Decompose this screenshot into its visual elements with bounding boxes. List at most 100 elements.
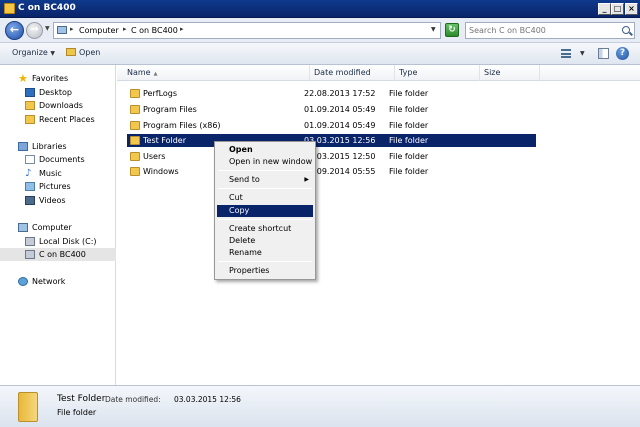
- file-row-program-files[interactable]: Program Files 01.09.2014 05:49 File fold…: [127, 103, 536, 116]
- file-name: Program Files (x86): [143, 121, 221, 130]
- sidebar-item-downloads[interactable]: Downloads: [0, 99, 116, 112]
- sidebar-item-network[interactable]: Network: [0, 275, 116, 288]
- sidebar-item-libraries[interactable]: Libraries: [0, 140, 116, 153]
- menu-item-label: Send to: [229, 175, 260, 184]
- sidebar-item-music[interactable]: ♪ Music: [0, 167, 116, 180]
- sidebar-item-favorites[interactable]: ★ Favorites: [0, 72, 116, 85]
- sidebar-item-desktop[interactable]: Desktop: [0, 86, 116, 99]
- help-icon[interactable]: ?: [616, 47, 629, 60]
- menu-item-properties[interactable]: Properties: [217, 265, 313, 277]
- computer-icon: [57, 26, 67, 34]
- recent-places-icon: [25, 115, 35, 124]
- column-header-date[interactable]: Date modified: [310, 65, 395, 81]
- file-row-users[interactable]: Users 03.03.2015 12:50 File folder: [127, 150, 536, 163]
- view-options-dropdown[interactable]: ▼: [580, 50, 585, 57]
- menu-item-cut[interactable]: Cut: [217, 192, 313, 204]
- minimize-button[interactable]: _: [598, 3, 611, 15]
- menu-item-open-new-window[interactable]: Open in new window: [217, 156, 313, 168]
- file-row-windows[interactable]: Windows 01.09.2014 05:55 File folder: [127, 165, 536, 178]
- menu-separator: [218, 170, 312, 171]
- folder-icon: [130, 105, 140, 114]
- sidebar-item-videos[interactable]: Videos: [0, 194, 116, 207]
- navigation-pane: ★ Favorites Desktop Downloads Recent Pla…: [0, 65, 116, 385]
- sidebar-item-c-on-bc400[interactable]: C on BC400: [0, 248, 116, 261]
- breadcrumb-computer[interactable]: Computer: [79, 26, 119, 35]
- file-type: File folder: [389, 89, 429, 98]
- column-header-size[interactable]: Size: [480, 65, 540, 81]
- sidebar-item-label: Computer: [32, 223, 72, 232]
- details-modified-label: Date modified:: [105, 395, 161, 404]
- recent-pages-dropdown[interactable]: ▼: [45, 25, 50, 32]
- menu-separator: [218, 261, 312, 262]
- menu-item-open[interactable]: Open: [217, 144, 313, 156]
- search-box[interactable]: [465, 22, 635, 39]
- file-type: File folder: [389, 152, 429, 161]
- breadcrumb-separator[interactable]: ▸: [180, 25, 184, 33]
- folder-icon: [4, 3, 15, 14]
- documents-icon: [25, 155, 35, 164]
- file-type: File folder: [389, 121, 429, 130]
- breadcrumb-separator[interactable]: ▸: [123, 25, 127, 33]
- column-header-label: Size: [484, 68, 501, 77]
- folder-open-icon: [66, 48, 76, 56]
- file-name: Users: [143, 152, 166, 161]
- sidebar-item-label: Downloads: [39, 101, 83, 110]
- close-button[interactable]: ×: [625, 3, 638, 15]
- folder-icon: [130, 167, 140, 176]
- file-name: PerfLogs: [143, 89, 178, 98]
- forward-button[interactable]: →: [26, 22, 43, 39]
- breadcrumb-current[interactable]: C on BC400: [131, 26, 178, 35]
- network-icon: [18, 277, 28, 286]
- column-header-type[interactable]: Type: [395, 65, 480, 81]
- menu-item-send-to[interactable]: Send to ▶: [217, 174, 313, 186]
- sidebar-item-label: Music: [39, 169, 62, 178]
- sidebar-item-local-disk[interactable]: Local Disk (C:): [0, 235, 116, 248]
- hard-disk-icon: [25, 237, 35, 246]
- command-bar: Organize ▼ Open ▼ ?: [0, 43, 640, 65]
- file-list: Name ▲ Date modified Type Size PerfLogs 2…: [117, 65, 640, 385]
- search-icon[interactable]: [622, 26, 630, 34]
- sidebar-item-recent-places[interactable]: Recent Places: [0, 113, 116, 126]
- maximize-button[interactable]: □: [611, 3, 624, 15]
- column-header-label: Name: [127, 68, 151, 77]
- file-type: File folder: [389, 105, 429, 114]
- file-date: 22.08.2013 17:52: [304, 89, 376, 98]
- file-name: Program Files: [143, 105, 197, 114]
- folder-icon: [130, 152, 140, 161]
- sidebar-item-computer[interactable]: Computer: [0, 221, 116, 234]
- sort-arrow-icon: ▲: [153, 71, 158, 77]
- organize-button[interactable]: Organize ▼: [12, 48, 55, 57]
- details-pane: Test Folder Date modified: 03.03.2015 12…: [0, 385, 640, 427]
- sidebar-item-documents[interactable]: Documents: [0, 153, 116, 166]
- file-row-program-files-x86[interactable]: Program Files (x86) 01.09.2014 05:49 Fil…: [127, 119, 536, 132]
- menu-item-copy[interactable]: Copy: [217, 205, 313, 217]
- submenu-arrow-icon: ▶: [304, 176, 309, 183]
- open-button[interactable]: Open: [66, 48, 100, 57]
- sidebar-item-label: Pictures: [39, 182, 71, 191]
- file-name: Windows: [143, 167, 179, 176]
- search-input[interactable]: [469, 24, 614, 37]
- change-view-icon[interactable]: [561, 49, 571, 58]
- file-date: 01.09.2014 05:49: [304, 105, 376, 114]
- preview-pane-icon[interactable]: [598, 48, 609, 59]
- libraries-icon: [18, 142, 28, 151]
- file-row-perflogs[interactable]: PerfLogs 22.08.2013 17:52 File folder: [127, 87, 536, 100]
- sidebar-item-label: Favorites: [32, 74, 69, 83]
- file-row-test-folder[interactable]: Test Folder 03.03.2015 12:56 File folder: [127, 134, 536, 147]
- menu-separator: [218, 188, 312, 189]
- menu-item-delete[interactable]: Delete: [217, 235, 313, 247]
- sidebar-item-label: Local Disk (C:): [39, 237, 97, 246]
- folder-icon: [130, 89, 140, 98]
- sidebar-item-label: Network: [32, 277, 66, 286]
- menu-item-rename[interactable]: Rename: [217, 247, 313, 259]
- sidebar-item-pictures[interactable]: Pictures: [0, 180, 116, 193]
- address-history-dropdown[interactable]: ▼: [431, 26, 436, 33]
- address-input[interactable]: ▸ Computer ▸ C on BC400 ▸: [53, 22, 441, 39]
- breadcrumb-separator[interactable]: ▸: [70, 25, 74, 33]
- back-button[interactable]: ←: [5, 21, 24, 40]
- menu-item-create-shortcut[interactable]: Create shortcut: [217, 223, 313, 235]
- desktop-icon: [25, 88, 35, 97]
- refresh-button[interactable]: ↻: [445, 23, 459, 37]
- column-header-name[interactable]: Name ▲: [117, 65, 310, 81]
- sidebar-item-label: Libraries: [32, 142, 67, 151]
